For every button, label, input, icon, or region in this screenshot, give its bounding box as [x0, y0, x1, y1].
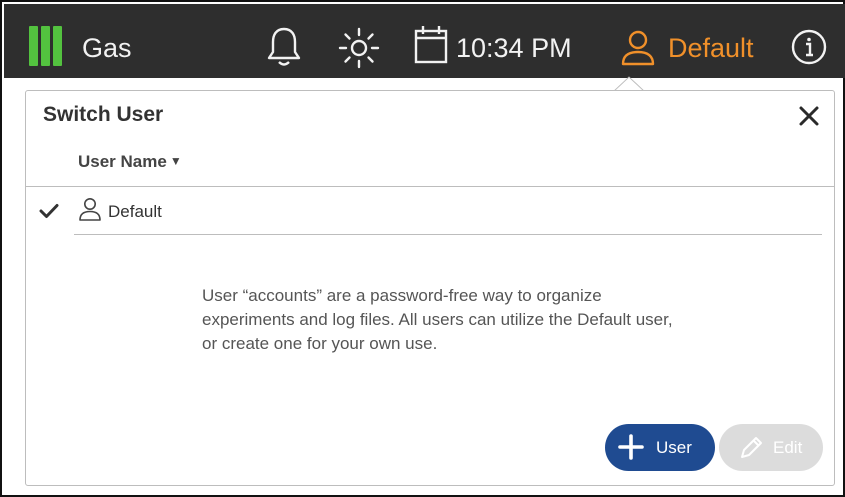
user-icon — [79, 198, 101, 221]
edit-user-button[interactable]: Edit — [719, 424, 823, 471]
close-icon[interactable] — [798, 105, 820, 127]
sort-caret-icon: ▼ — [169, 154, 182, 168]
checkmark-icon — [39, 204, 59, 218]
header-divider — [26, 186, 834, 187]
info-icon[interactable] — [790, 28, 828, 66]
gauge-icon[interactable] — [29, 26, 71, 66]
column-header-label: User Name — [78, 152, 167, 171]
app-window: Gas 10:34 PM Default Switch User User Na… — [0, 0, 845, 497]
dialog-title: Switch User — [43, 103, 164, 126]
brightness-icon[interactable] — [337, 26, 381, 70]
top-bar: Gas 10:34 PM Default — [4, 4, 845, 78]
pencil-icon — [741, 437, 762, 458]
add-user-button[interactable]: User — [605, 424, 715, 471]
switch-user-dialog: Switch User User Name ▼ Default User “acc… — [25, 90, 835, 486]
clock-time[interactable]: 10:34 PM — [456, 28, 572, 68]
calendar-icon[interactable] — [414, 24, 448, 64]
info-text: User “accounts” are a password-free way … — [202, 286, 673, 353]
edit-label: Edit — [773, 438, 803, 457]
add-user-label: User — [656, 438, 692, 457]
user-row[interactable]: Default — [26, 188, 834, 234]
bell-icon[interactable] — [265, 25, 303, 69]
column-header-user-name[interactable]: User Name ▼ — [78, 152, 182, 172]
user-name: Default — [108, 202, 162, 221]
plus-icon — [618, 434, 644, 460]
current-user-label[interactable]: Default — [668, 28, 754, 68]
user-icon[interactable] — [619, 29, 657, 67]
app-title[interactable]: Gas — [82, 28, 132, 68]
row-divider — [74, 234, 822, 235]
